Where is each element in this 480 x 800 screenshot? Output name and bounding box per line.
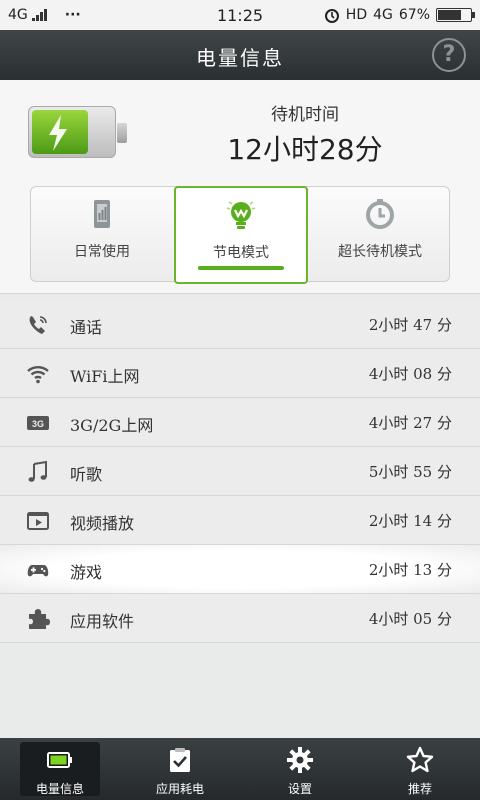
tab-settings[interactable]: 设置 xyxy=(240,738,360,800)
mode-ultra-standby[interactable]: 超长待机模式 xyxy=(309,187,451,283)
clipboard-check-icon xyxy=(170,748,190,772)
list-item-time: 5小时 55 分 xyxy=(368,463,452,481)
list-item-mobile-data[interactable]: 3G 3G/2G上网 4小时 27 分 xyxy=(0,398,480,447)
svg-text:3G: 3G xyxy=(32,419,44,429)
list-item-time: 4小时 05 分 xyxy=(368,610,452,628)
mode-daily-use[interactable]: 日常使用 xyxy=(31,187,173,283)
list-item-name: 通话 xyxy=(70,318,103,337)
list-item-time: 4小时 27 分 xyxy=(368,414,452,432)
list-item-name: 3G/2G上网 xyxy=(70,416,154,435)
tab-label: 设置 xyxy=(287,782,312,796)
video-icon xyxy=(27,512,49,530)
standby-label: 待机时间 xyxy=(271,105,339,125)
lightbulb-icon xyxy=(226,201,256,229)
mode-power-saving[interactable]: 节电模式 xyxy=(174,186,308,284)
list-item-time: 4小时 08 分 xyxy=(368,365,452,383)
tab-app-usage[interactable]: 应用耗电 xyxy=(120,738,240,800)
tab-label: 推荐 xyxy=(407,782,432,796)
gear-icon xyxy=(287,747,313,773)
list-item-name: WiFi上网 xyxy=(70,367,140,386)
gamepad-icon xyxy=(27,565,49,577)
star-icon xyxy=(406,746,434,773)
usage-list: 通话 2小时 47 分 WiFi上网 4小时 08 分 3G 3G/2G上网 4… xyxy=(0,300,480,643)
tab-label: 应用耗电 xyxy=(155,782,204,796)
list-item-time: 2小时 47 分 xyxy=(368,316,452,334)
power-mode-selector: 日常使用 节电模式 超长待机模式 xyxy=(30,186,451,284)
music-icon xyxy=(28,460,47,482)
page-title: 电量信息 xyxy=(196,46,284,70)
title-bar: 电量信息 ? xyxy=(0,30,480,80)
list-item-music[interactable]: 听歌 5小时 55 分 xyxy=(0,447,480,496)
mode-power-saving-label: 节电模式 xyxy=(213,245,269,261)
mode-ultra-standby-label: 超长待机模式 xyxy=(338,244,422,260)
3g-icon: 3G xyxy=(27,416,49,430)
battery-icon xyxy=(47,752,72,768)
status-battery-icon xyxy=(436,8,475,22)
battery-graphic-icon xyxy=(28,106,127,158)
status-bar: 4G ··· 11:25 HD 4G 67% xyxy=(0,0,480,30)
mode-daily-use-label: 日常使用 xyxy=(74,244,130,260)
hd-indicator: HD xyxy=(345,7,368,23)
selected-indicator xyxy=(198,266,284,270)
phone-icon xyxy=(94,200,110,228)
alarm-icon xyxy=(324,9,339,23)
network-type-right: 4G xyxy=(373,7,393,23)
list-item-name: 听歌 xyxy=(70,465,103,484)
battery-percent: 67% xyxy=(398,7,430,23)
tab-recommend[interactable]: 推荐 xyxy=(360,738,480,800)
list-item-wifi[interactable]: WiFi上网 4小时 08 分 xyxy=(0,349,480,398)
list-item-name: 应用软件 xyxy=(70,612,135,631)
call-icon xyxy=(29,316,47,334)
battery-summary: 待机时间 12小时28分 日常使用 节电模式 超长待机模式 xyxy=(0,80,480,294)
help-button[interactable]: ? xyxy=(432,38,466,72)
bottom-nav: 电量信息 应用耗电 设置 推荐 xyxy=(0,738,480,800)
list-item-time: 2小时 14 分 xyxy=(368,512,452,530)
puzzle-icon xyxy=(29,609,50,629)
list-item-name: 游戏 xyxy=(70,563,103,582)
list-item-name: 视频播放 xyxy=(70,514,135,533)
timer-icon xyxy=(366,199,394,229)
list-item-game[interactable]: 游戏 2小时 13 分 xyxy=(0,545,480,594)
tab-battery-info[interactable]: 电量信息 xyxy=(0,738,120,800)
list-item-call[interactable]: 通话 2小时 47 分 xyxy=(0,300,480,349)
list-item-video[interactable]: 视频播放 2小时 14 分 xyxy=(0,496,480,545)
list-item-time: 2小时 13 分 xyxy=(368,561,452,579)
standby-time-value: 12小时28分 xyxy=(227,133,383,166)
tab-label: 电量信息 xyxy=(35,782,84,796)
wifi-icon xyxy=(27,366,49,384)
list-item-apps[interactable]: 应用软件 4小时 05 分 xyxy=(0,594,480,643)
